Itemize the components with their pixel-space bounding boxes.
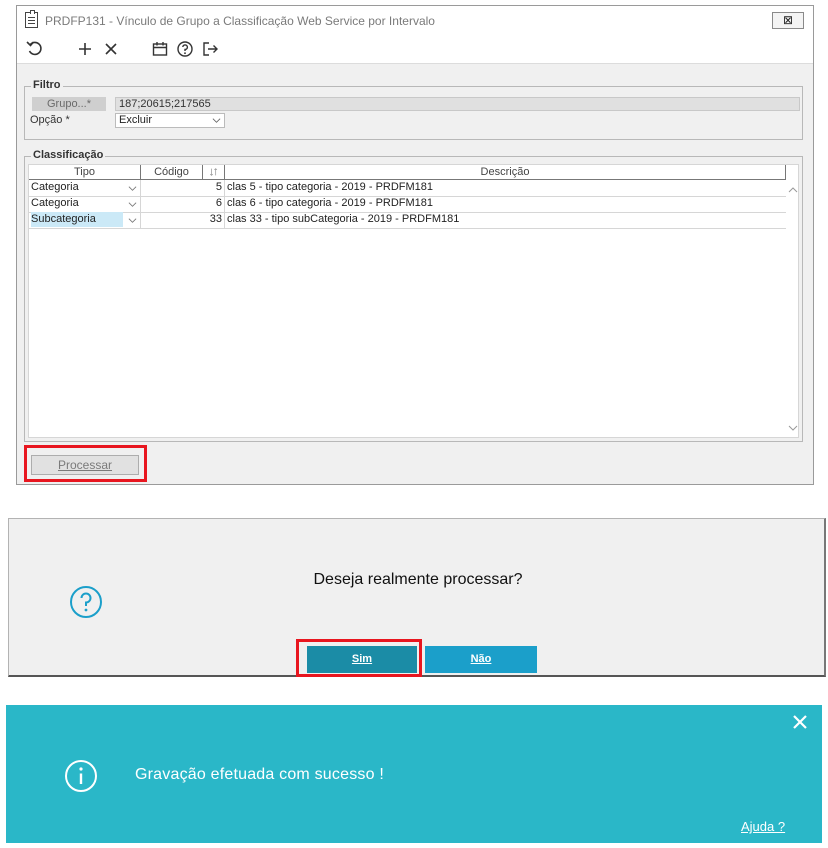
tipo-cell[interactable]: Subcategoria xyxy=(29,212,141,228)
grupo-field[interactable]: 187;20615;217565 xyxy=(115,97,800,111)
highlight-sim xyxy=(296,639,422,677)
scroll-up-icon[interactable] xyxy=(786,183,799,197)
chevron-down-icon[interactable] xyxy=(128,200,137,209)
document-icon xyxy=(25,10,38,28)
delete-icon[interactable] xyxy=(101,39,121,59)
opcao-select[interactable]: Excluir xyxy=(115,113,225,128)
confirm-message: Deseja realmente processar? xyxy=(313,571,523,588)
descricao-cell[interactable]: clas 6 - tipo categoria - 2019 - PRDFM18… xyxy=(225,196,786,212)
calendar-icon[interactable] xyxy=(150,39,170,59)
filtro-legend: Filtro xyxy=(31,79,63,91)
sort-icon[interactable] xyxy=(203,165,225,180)
exit-icon[interactable] xyxy=(200,39,220,59)
question-icon xyxy=(70,586,102,618)
classificacao-grid: Tipo Código Descrição Categoria 5 clas 5… xyxy=(28,164,799,438)
filtro-group: Filtro Grupo...* 187;20615;217565 Opção … xyxy=(24,79,803,140)
highlight-processar xyxy=(24,445,147,482)
table-row[interactable]: Subcategoria 33 clas 33 - tipo subCatego… xyxy=(29,212,786,229)
help-icon[interactable] xyxy=(175,39,195,59)
col-codigo-header[interactable]: Código xyxy=(141,165,203,180)
grid-header: Tipo Código Descrição xyxy=(29,165,786,180)
classificacao-group: Classificação Tipo Código Descrição Cate… xyxy=(24,149,803,442)
window-title: PRDFP131 - Vínculo de Grupo a Classifica… xyxy=(45,14,435,28)
main-window: PRDFP131 - Vínculo de Grupo a Classifica… xyxy=(16,5,814,485)
codigo-cell[interactable]: 33 xyxy=(141,212,225,228)
opcao-label: Opção * xyxy=(30,114,70,126)
title-bar[interactable]: PRDFP131 - Vínculo de Grupo a Classifica… xyxy=(17,6,813,34)
undo-icon[interactable] xyxy=(25,39,45,59)
vertical-scrollbar[interactable] xyxy=(786,180,799,437)
tipo-value: Subcategoria xyxy=(31,212,123,227)
chevron-down-icon xyxy=(212,118,221,123)
col-descricao-header[interactable]: Descrição xyxy=(225,165,786,180)
codigo-cell[interactable]: 5 xyxy=(141,180,225,196)
tipo-value: Categoria xyxy=(31,181,79,193)
descricao-cell[interactable]: clas 5 - tipo categoria - 2019 - PRDFM18… xyxy=(225,180,786,196)
success-toast: Gravação efetuada com sucesso ! Ajuda ? xyxy=(6,705,822,843)
nao-button[interactable]: Não xyxy=(425,646,537,673)
opcao-value: Excluir xyxy=(119,114,153,126)
codigo-cell[interactable]: 6 xyxy=(141,196,225,212)
classificacao-legend: Classificação xyxy=(31,149,106,161)
chevron-down-icon[interactable] xyxy=(128,216,137,225)
grupo-button[interactable]: Grupo...* xyxy=(32,97,106,111)
toast-message: Gravação efetuada com sucesso ! xyxy=(135,766,384,783)
descricao-cell[interactable]: clas 33 - tipo subCategoria - 2019 - PRD… xyxy=(225,212,786,228)
tipo-value: Categoria xyxy=(31,197,79,209)
close-icon[interactable] xyxy=(791,713,809,731)
col-tipo-header[interactable]: Tipo xyxy=(29,165,141,180)
scroll-down-icon[interactable] xyxy=(786,421,799,435)
tipo-cell[interactable]: Categoria xyxy=(29,196,141,212)
toolbar xyxy=(17,34,813,64)
ajuda-link[interactable]: Ajuda ? xyxy=(741,819,785,834)
tipo-cell[interactable]: Categoria xyxy=(29,180,141,196)
table-row[interactable]: Categoria 5 clas 5 - tipo categoria - 20… xyxy=(29,180,786,197)
chevron-down-icon[interactable] xyxy=(128,184,137,193)
info-icon xyxy=(65,760,97,792)
window-close-button[interactable]: ⊠ xyxy=(772,12,804,29)
add-icon[interactable] xyxy=(75,39,95,59)
table-row[interactable]: Categoria 6 clas 6 - tipo categoria - 20… xyxy=(29,196,786,213)
